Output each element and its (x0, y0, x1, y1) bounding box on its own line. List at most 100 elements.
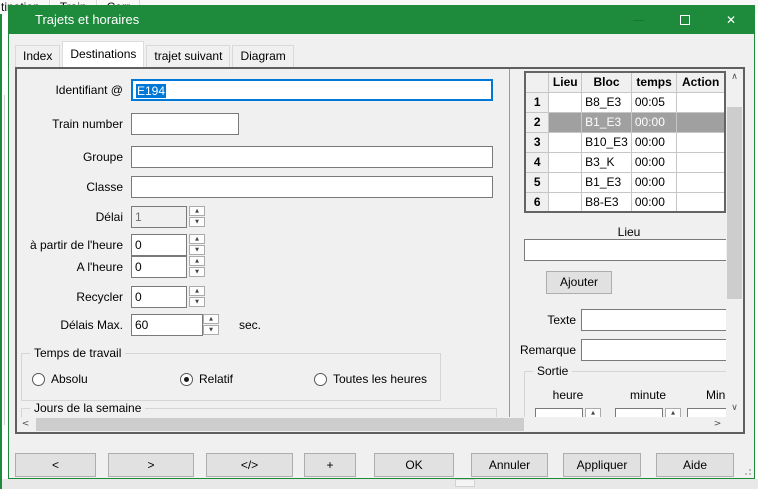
spin-up-icon[interactable]: ▲ (665, 408, 681, 417)
a-lheure-field[interactable]: 0 (131, 256, 187, 278)
cell-temps[interactable]: 00:00 (631, 172, 676, 192)
table-row[interactable]: 5 B1_E3 00:00 (525, 172, 725, 192)
cell-bloc[interactable]: B3_K (582, 152, 632, 172)
close-button[interactable]: ✕ (708, 6, 754, 34)
cell-temps[interactable]: 00:00 (631, 192, 676, 212)
maximize-button[interactable] (662, 6, 708, 34)
cell-lieu[interactable] (549, 192, 582, 212)
next-button[interactable]: > (108, 453, 194, 477)
dialog-titlebar[interactable]: Trajets et horaires — ✕ (9, 6, 754, 34)
spin-down-icon[interactable]: ▼ (189, 267, 205, 277)
delai-spinner[interactable]: ▲ ▼ (189, 206, 205, 228)
tab-index[interactable]: Index (15, 45, 60, 67)
table-row-selected[interactable]: 2 B1_E3 00:00 (525, 112, 725, 132)
horizontal-scrollbar-thumb[interactable] (36, 418, 524, 431)
add-button[interactable]: + (304, 453, 356, 477)
cell-temps[interactable]: 00:00 (631, 132, 676, 152)
scroll-left-icon[interactable]: < (17, 417, 34, 432)
radio-absolu[interactable]: Absolu (32, 372, 88, 386)
sortie-minute-field[interactable] (615, 408, 663, 417)
spin-up-icon[interactable]: ▲ (189, 206, 205, 216)
cell-lieu[interactable] (549, 112, 582, 132)
classe-field[interactable] (131, 176, 493, 198)
scroll-down-icon[interactable]: ∨ (726, 400, 743, 417)
identifiant-field[interactable]: E194 (131, 79, 493, 101)
a-partir-heure-spinner[interactable]: ▲ ▼ (189, 234, 205, 256)
spin-up-icon[interactable]: ▲ (189, 286, 205, 296)
cell-bloc[interactable]: B8_E3 (582, 92, 632, 112)
lieu-field[interactable] (524, 239, 726, 261)
remarque-field[interactable] (581, 339, 726, 361)
splitter-handle[interactable] (455, 479, 475, 487)
col-header-action[interactable]: Action (677, 72, 725, 92)
cell-action[interactable] (677, 112, 725, 132)
a-partir-heure-field[interactable]: 0 (131, 234, 187, 256)
cell-bloc[interactable]: B8-E3 (582, 192, 632, 212)
tab-destinations[interactable]: Destinations (62, 41, 144, 67)
cell-bloc[interactable]: B10_E3 (582, 132, 632, 152)
scroll-up-icon[interactable]: ∧ (726, 69, 743, 86)
spin-up-icon[interactable]: ▲ (189, 234, 205, 244)
recycler-spinner[interactable]: ▲ ▼ (189, 286, 205, 308)
code-button[interactable]: </> (206, 453, 293, 477)
train-number-field[interactable] (131, 113, 239, 135)
cell-lieu[interactable] (549, 92, 582, 112)
aide-button[interactable]: Aide (656, 453, 734, 477)
destinations-table[interactable]: Lieu Bloc temps Action 1 B8_E3 00:05 2 B… (524, 71, 726, 213)
cell-lieu[interactable] (549, 132, 582, 152)
spin-down-icon[interactable]: ▼ (189, 217, 205, 227)
texte-field[interactable] (581, 309, 726, 331)
table-row[interactable]: 1 B8_E3 00:05 (525, 92, 725, 112)
recycler-field[interactable]: 0 (131, 286, 187, 308)
cell-bloc[interactable]: B1_E3 (582, 112, 632, 132)
radio-toutes-les-heures[interactable]: Toutes les heures (314, 372, 427, 386)
sortie-heure-field[interactable] (535, 408, 583, 417)
cell-lieu[interactable] (549, 152, 582, 172)
cell-temps[interactable]: 00:00 (631, 152, 676, 172)
minimize-button[interactable]: — (616, 6, 662, 34)
tab-diagram[interactable]: Diagram (232, 45, 293, 67)
horizontal-scrollbar[interactable]: < > (17, 417, 726, 432)
cell-temps[interactable]: 00:00 (631, 112, 676, 132)
annuler-button[interactable]: Annuler (471, 453, 548, 477)
spin-down-icon[interactable]: ▼ (189, 297, 205, 307)
vertical-scrollbar[interactable]: ∧ ∨ (726, 69, 743, 417)
temps-de-travail-group: Temps de travail Absolu Relatif Toutes l… (21, 353, 441, 401)
table-row[interactable]: 6 B8-E3 00:00 (525, 192, 725, 212)
cell-action[interactable] (677, 172, 725, 192)
cell-lieu[interactable] (549, 172, 582, 192)
delais-max-spinner[interactable]: ▲ ▼ (203, 314, 219, 336)
col-header-num[interactable] (525, 72, 549, 92)
appliquer-button[interactable]: Appliquer (563, 453, 641, 477)
cell-temps[interactable]: 00:05 (631, 92, 676, 112)
cell-action[interactable] (677, 132, 725, 152)
spin-up-icon[interactable]: ▲ (189, 256, 205, 266)
cell-bloc[interactable]: B1_E3 (582, 172, 632, 192)
table-row[interactable]: 3 B10_E3 00:00 (525, 132, 725, 152)
scroll-right-icon[interactable]: > (709, 417, 726, 432)
groupe-field[interactable] (131, 146, 493, 168)
ok-button[interactable]: OK (374, 453, 454, 477)
sortie-heure-spinner[interactable]: ▲ (585, 408, 601, 417)
cell-action[interactable] (677, 92, 725, 112)
vertical-scrollbar-thumb[interactable] (727, 107, 742, 299)
a-lheure-spinner[interactable]: ▲ ▼ (189, 256, 205, 278)
delais-max-field[interactable]: 60 (131, 314, 203, 336)
spin-up-icon[interactable]: ▲ (585, 408, 601, 417)
spin-down-icon[interactable]: ▼ (189, 245, 205, 255)
col-header-bloc[interactable]: Bloc (582, 72, 632, 92)
resize-grip[interactable] (741, 465, 751, 475)
cell-action[interactable] (677, 152, 725, 172)
col-header-lieu[interactable]: Lieu (549, 72, 582, 92)
sortie-minimum-field[interactable] (687, 408, 726, 417)
spin-down-icon[interactable]: ▼ (203, 325, 219, 335)
table-row[interactable]: 4 B3_K 00:00 (525, 152, 725, 172)
spin-up-icon[interactable]: ▲ (203, 314, 219, 324)
cell-action[interactable] (677, 192, 725, 212)
prev-button[interactable]: < (15, 453, 96, 477)
ajouter-button[interactable]: Ajouter (546, 271, 612, 294)
tab-trajet-suivant[interactable]: trajet suivant (146, 45, 230, 67)
sortie-minute-spinner[interactable]: ▲ (665, 408, 681, 417)
col-header-temps[interactable]: temps (631, 72, 676, 92)
radio-relatif[interactable]: Relatif (180, 372, 233, 386)
